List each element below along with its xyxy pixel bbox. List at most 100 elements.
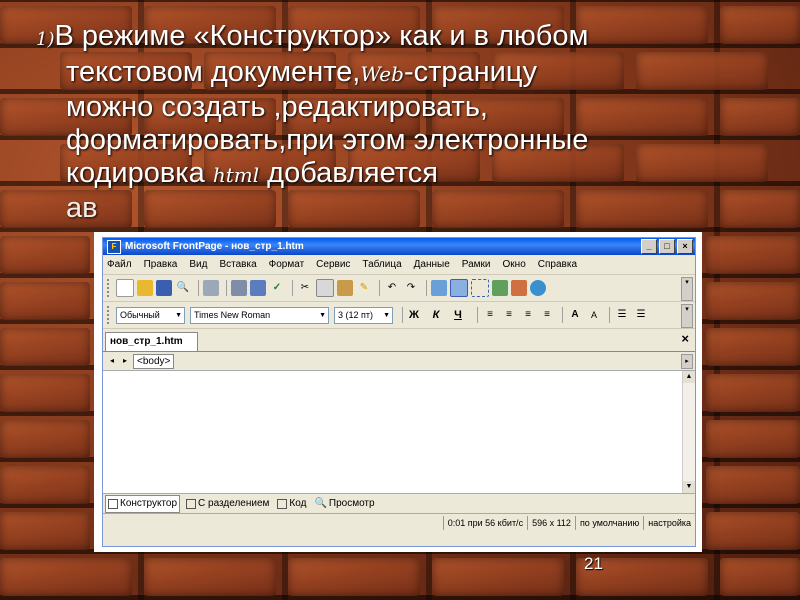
- save-icon[interactable]: [156, 280, 172, 296]
- new-page-icon[interactable]: [116, 279, 134, 297]
- tab-new-page-1[interactable]: нов_стр_1.htm: [105, 332, 198, 351]
- redo-icon[interactable]: ↷: [403, 280, 419, 296]
- numbered-list-icon[interactable]: ☰: [614, 307, 630, 323]
- search-icon[interactable]: 🔍: [175, 280, 191, 296]
- layer-icon[interactable]: [471, 279, 489, 297]
- slide-body-text: 1)В режиме «Конструктор» как и в любом т…: [22, 20, 702, 225]
- toolbar-separator: [402, 307, 403, 323]
- slide-line-1: 1)В режиме «Конструктор» как и в любом: [36, 20, 589, 52]
- align-right-icon[interactable]: ≡: [520, 307, 536, 323]
- toolbar-separator: [562, 307, 563, 323]
- toolbar-separator: [198, 280, 199, 296]
- document-tabs: нов_стр_1.htm ×: [103, 329, 695, 352]
- menu-frames[interactable]: Рамки: [462, 259, 491, 270]
- bold-button[interactable]: Ж: [407, 309, 421, 321]
- view-tab-preview[interactable]: 🔍 Просмотр: [312, 496, 376, 512]
- custom-status[interactable]: настройка: [643, 516, 695, 530]
- menu-table[interactable]: Таблица: [362, 259, 401, 270]
- maximize-button[interactable]: □: [659, 239, 675, 254]
- align-center-icon[interactable]: ≡: [501, 307, 517, 323]
- quick-tag-selector: ◂ ▸ <body> ▸: [103, 352, 695, 371]
- toolbar-grip[interactable]: [107, 306, 112, 324]
- menu-format[interactable]: Формат: [269, 259, 305, 270]
- chevron-down-icon: ▼: [383, 311, 390, 319]
- standard-toolbar: 🔍 ✓ ✂ ✎ ↶ ↷ ▾: [103, 275, 695, 302]
- body-tag-chip[interactable]: <body>: [133, 353, 175, 369]
- insert-picture-icon[interactable]: [492, 280, 508, 296]
- chevron-down-icon: ▼: [175, 311, 182, 319]
- code-view-icon: [277, 498, 288, 509]
- font-size-select[interactable]: 3 (12 пт) ▼: [334, 306, 393, 324]
- paste-icon[interactable]: [337, 280, 353, 296]
- format-painter-icon[interactable]: ✎: [356, 280, 372, 296]
- design-editor-area[interactable]: ▲ ▼: [103, 371, 695, 493]
- decrease-font-icon[interactable]: A: [586, 307, 602, 323]
- view-tab-split[interactable]: С разделением: [184, 496, 271, 512]
- toolbar-separator: [426, 280, 427, 296]
- toolbar-separator: [609, 307, 610, 323]
- slide-page-number: 21: [584, 554, 603, 573]
- toolbar-options-icon[interactable]: ▾: [681, 277, 693, 301]
- vertical-scrollbar[interactable]: ▲ ▼: [682, 371, 695, 493]
- view-tab-design[interactable]: Конструктор: [105, 494, 181, 513]
- font-select[interactable]: Times New Roman ▼: [190, 306, 329, 324]
- menu-view[interactable]: Вид: [189, 259, 207, 270]
- scroll-up-icon[interactable]: ▲: [683, 371, 695, 383]
- undo-icon[interactable]: ↶: [384, 280, 400, 296]
- justify-icon[interactable]: ≡: [539, 307, 555, 323]
- menu-insert[interactable]: Вставка: [219, 259, 256, 270]
- minimize-button[interactable]: _: [641, 239, 657, 254]
- preview-search-icon: 🔍: [314, 498, 327, 509]
- italic-button[interactable]: К: [429, 309, 443, 321]
- frontpage-app-icon: F: [107, 239, 121, 254]
- status-bar: 0:01 при 56 кбит/с 596 x 112 по умолчани…: [103, 513, 695, 532]
- menu-edit[interactable]: Правка: [144, 259, 178, 270]
- slide-line-3: можно создать ,редактировать,: [66, 91, 488, 123]
- download-time-status: 0:01 при 56 кбит/с: [442, 516, 527, 530]
- web-component-icon[interactable]: [431, 280, 447, 296]
- menu-window[interactable]: Окно: [503, 259, 526, 270]
- cut-icon[interactable]: ✂: [297, 280, 313, 296]
- scroll-down-icon[interactable]: ▼: [683, 481, 695, 493]
- increase-font-icon[interactable]: A: [567, 307, 583, 323]
- formatting-toolbar: Обычный ▼ Times New Roman ▼ 3 (12 пт) ▼ Ж К…: [103, 302, 695, 329]
- align-left-icon[interactable]: ≡: [482, 307, 498, 323]
- menu-help[interactable]: Справка: [538, 259, 577, 270]
- publish-icon[interactable]: [203, 280, 219, 296]
- print-icon[interactable]: [231, 280, 247, 296]
- toolbar-grip[interactable]: [107, 279, 112, 297]
- open-folder-icon[interactable]: [137, 280, 153, 296]
- underline-button[interactable]: Ч: [451, 309, 465, 321]
- drawing-icon[interactable]: [511, 280, 527, 296]
- toolbar-separator: [477, 307, 478, 323]
- frontpage-window: F Microsoft FrontPage - нов_стр_1.htm _ …: [102, 237, 696, 547]
- spelling-icon[interactable]: ✓: [269, 280, 285, 296]
- close-document-icon[interactable]: ×: [681, 331, 689, 346]
- menu-data[interactable]: Данные: [414, 259, 450, 270]
- hyperlink-icon[interactable]: [530, 280, 546, 296]
- menu-bar: Файл Правка Вид Вставка Формат Сервис Та…: [103, 255, 695, 275]
- preview-icon[interactable]: [250, 280, 266, 296]
- default-status: по умолчанию: [574, 516, 643, 530]
- design-view-icon: [108, 498, 118, 509]
- chevron-down-icon: ▼: [319, 311, 326, 319]
- copy-icon[interactable]: [316, 279, 334, 297]
- split-view-icon: [186, 498, 197, 509]
- page-size-status: 596 x 112: [527, 516, 575, 530]
- close-window-button[interactable]: ×: [677, 239, 693, 254]
- bulleted-list-icon[interactable]: ☰: [633, 307, 649, 323]
- tag-forward-icon[interactable]: ▸: [120, 353, 130, 369]
- slide-line-4: форматировать,при этом электронные: [66, 124, 589, 156]
- tag-bar-scroll-icon[interactable]: ▸: [681, 354, 693, 369]
- view-tab-code[interactable]: Код: [275, 496, 308, 512]
- menu-tools[interactable]: Сервис: [316, 259, 350, 270]
- frontpage-screenshot: F Microsoft FrontPage - нов_стр_1.htm _ …: [94, 232, 702, 552]
- style-select[interactable]: Обычный ▼: [116, 306, 185, 324]
- toolbar-separator: [379, 280, 380, 296]
- toolbar-options-icon[interactable]: ▾: [681, 304, 693, 328]
- slide-line-5: кодировка html добавляется: [66, 157, 438, 189]
- menu-file[interactable]: Файл: [107, 259, 132, 270]
- tag-back-icon[interactable]: ◂: [107, 353, 117, 369]
- insert-table-icon[interactable]: [450, 279, 468, 297]
- toolbar-separator: [226, 280, 227, 296]
